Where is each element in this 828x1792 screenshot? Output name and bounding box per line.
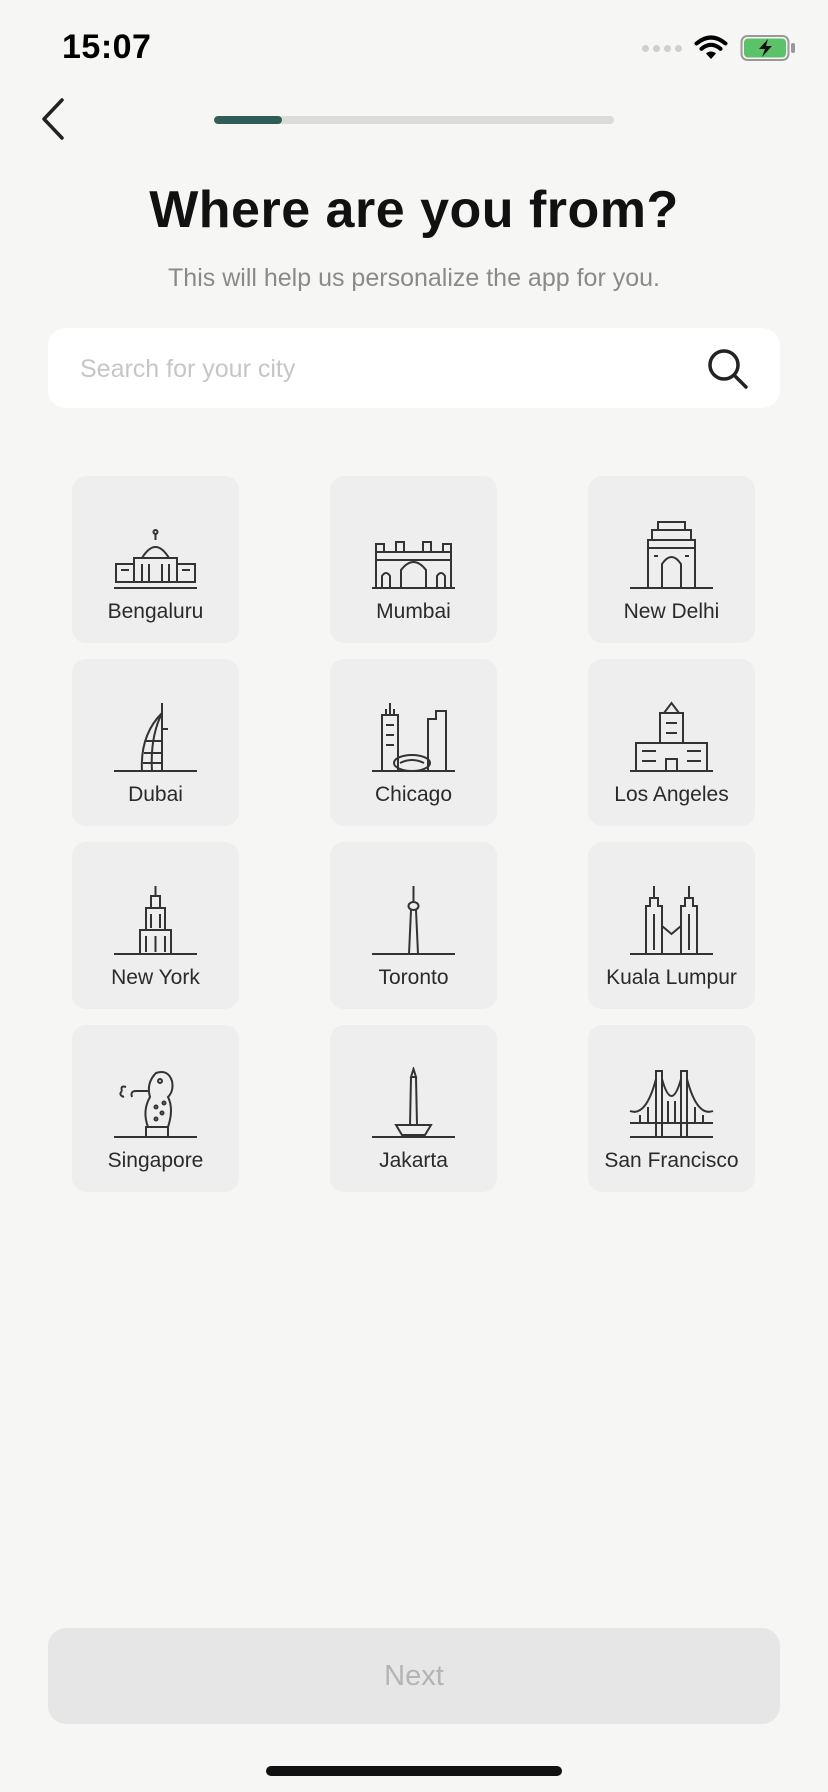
- status-icons: [642, 34, 796, 62]
- city-tile-mumbai[interactable]: Mumbai: [330, 476, 497, 643]
- next-button[interactable]: Next: [48, 1628, 780, 1724]
- city-tile-chicago[interactable]: Chicago: [330, 659, 497, 826]
- city-tile-kuala-lumpur[interactable]: Kuala Lumpur: [588, 842, 755, 1009]
- city-label: San Francisco: [604, 1149, 739, 1172]
- wifi-icon: [694, 35, 728, 59]
- india-gate-icon: [630, 521, 713, 589]
- onboarding-progress-bar: [214, 116, 614, 124]
- city-search-input[interactable]: [78, 328, 702, 410]
- golden-gate-icon: [629, 1070, 714, 1138]
- city-tile-bengaluru[interactable]: Bengaluru: [72, 476, 239, 643]
- battery-charging-icon: [740, 35, 795, 61]
- city-label: Jakarta: [379, 1149, 448, 1172]
- back-button[interactable]: [34, 92, 76, 146]
- city-label: Singapore: [107, 1149, 204, 1172]
- city-tile-new-delhi[interactable]: New Delhi: [588, 476, 755, 643]
- city-tile-singapore[interactable]: Singapore: [72, 1025, 239, 1192]
- cn-tower-icon: [372, 886, 455, 955]
- city-label: Mumbai: [376, 600, 451, 623]
- cloud-gate-icon: [372, 703, 455, 772]
- city-tile-jakarta[interactable]: Jakarta: [330, 1025, 497, 1192]
- search-icon[interactable]: [706, 347, 750, 391]
- progress-fill: [214, 116, 282, 124]
- city-label: Toronto: [378, 966, 449, 989]
- city-tile-dubai[interactable]: Dubai: [72, 659, 239, 826]
- city-tile-los-angeles[interactable]: Los Angeles: [588, 659, 755, 826]
- petronas-towers-icon: [630, 886, 713, 955]
- vidhana-soudha-icon: [114, 529, 197, 589]
- cellular-signal-icon: [642, 44, 682, 52]
- empire-state-icon: [114, 886, 197, 955]
- city-label: Dubai: [128, 783, 183, 806]
- page-subtitle: This will help us personalize the app fo…: [168, 264, 660, 292]
- burj-al-arab-icon: [114, 703, 197, 772]
- city-label: Kuala Lumpur: [606, 966, 737, 989]
- city-label: New York: [111, 966, 200, 989]
- merlion-icon: [114, 1071, 197, 1138]
- home-indicator: [266, 1766, 562, 1776]
- city-grid: Bengaluru Mumbai New Delhi Dubai Chicago…: [72, 476, 756, 1192]
- city-label: New Delhi: [623, 600, 720, 623]
- city-search-box: [48, 328, 780, 410]
- status-bar: 15:07: [0, 0, 828, 100]
- city-label: Los Angeles: [614, 783, 729, 806]
- gateway-of-india-icon: [372, 541, 455, 589]
- city-tile-san-francisco[interactable]: San Francisco: [588, 1025, 755, 1192]
- city-tile-toronto[interactable]: Toronto: [330, 842, 497, 1009]
- city-label: Chicago: [374, 783, 453, 806]
- city-hall-icon: [630, 701, 713, 772]
- city-label: Bengaluru: [107, 600, 204, 623]
- page-title: Where are you from?: [149, 181, 679, 239]
- status-time: 15:07: [62, 28, 152, 66]
- city-tile-new-york[interactable]: New York: [72, 842, 239, 1009]
- chevron-left-icon: [42, 98, 64, 140]
- monas-icon: [372, 1067, 455, 1138]
